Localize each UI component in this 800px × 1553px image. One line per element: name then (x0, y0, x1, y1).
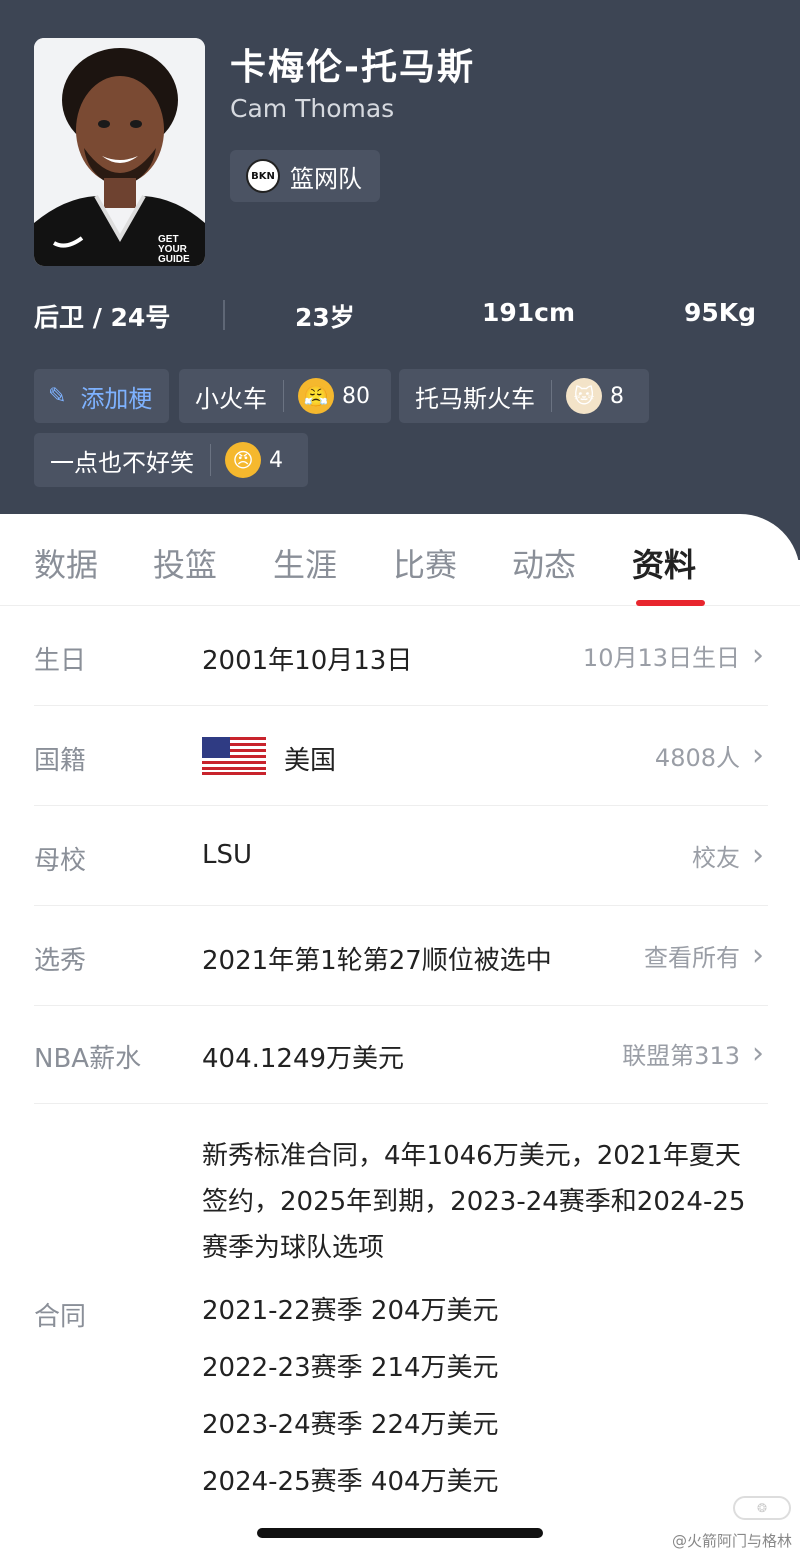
row-link-text: 校友 (692, 844, 740, 872)
row-link-text: 10月13日生日 (582, 644, 740, 672)
tag-separator (283, 380, 284, 412)
row-link-text: 联盟第313 (622, 1042, 740, 1070)
tab-career[interactable]: 生涯 (273, 540, 337, 586)
player-stats: 后卫 / 24号 23岁 191cm 95Kg (0, 298, 800, 334)
stat-weight: 95Kg (684, 298, 757, 327)
tag-item[interactable]: 托马斯火车 🐱 8 (399, 369, 649, 423)
watermark: @火箭阿门与格林 (671, 1532, 792, 1550)
tab-shooting[interactable]: 投篮 (153, 540, 217, 586)
tab-stats[interactable]: 数据 (34, 540, 98, 586)
row-salary[interactable]: NBA薪水 404.1249万美元 联盟第313 › (34, 1006, 768, 1104)
stat-age: 23岁 (295, 303, 355, 332)
add-tag-button[interactable]: ✎ 添加梗 (34, 369, 169, 423)
row-label: 母校 (34, 846, 87, 876)
row-nationality[interactable]: 国籍 美国 4808人 › (34, 706, 768, 806)
row-link[interactable]: 10月13日生日 › (583, 638, 764, 673)
contract-description: 新秀标准合同，4年1046万美元，2021年夏天签约，2025年到期，2023-… (202, 1141, 746, 1263)
player-header: GET YOUR GUIDE 卡梅伦-托马斯 Cam Thomas BKN 篮网… (0, 0, 800, 560)
chevron-right-icon: › (752, 1036, 764, 1071)
row-link-text: 查看所有 (644, 944, 740, 972)
row-label: 选秀 (34, 946, 87, 976)
player-name-en: Cam Thomas (230, 94, 395, 123)
tab-profile[interactable]: 资料 (632, 540, 696, 586)
team-chip[interactable]: BKN 篮网队 (230, 150, 380, 202)
row-label: NBA薪水 (34, 1044, 142, 1074)
team-logo-icon: BKN (246, 159, 280, 193)
row-label: 生日 (34, 646, 87, 676)
contract-year: 2021-22赛季 204万美元 (202, 1296, 499, 1326)
row-value: 2001年10月13日 (202, 646, 413, 676)
contract-year: 2023-24赛季 224万美元 (202, 1410, 499, 1440)
tag-count: 80 (342, 383, 370, 409)
tab-bar: 数据 投篮 生涯 比赛 动态 资料 (0, 514, 800, 606)
row-link[interactable]: 校友 › (692, 838, 764, 873)
stat-divider (223, 300, 225, 330)
row-link[interactable]: 联盟第313 › (622, 1036, 764, 1071)
contract-label: 合同 (34, 1302, 87, 1332)
site-stamp-icon: ❂ (733, 1496, 791, 1520)
stat-height: 191cm (482, 298, 576, 327)
us-flag-icon (202, 737, 266, 775)
emoji-icon: 😤 (298, 378, 334, 414)
tab-games[interactable]: 比赛 (393, 540, 457, 586)
tag-item[interactable]: 一点也不好笑 😠 4 (34, 433, 308, 487)
row-link[interactable]: 4808人 › (655, 738, 764, 773)
pencil-icon: ✎ (48, 383, 67, 409)
tag-label: 一点也不好笑 (50, 448, 194, 477)
contract-year: 2024-25赛季 404万美元 (202, 1467, 499, 1497)
row-link-text: 4808人 (654, 744, 740, 772)
row-draft[interactable]: 选秀 2021年第1轮第27顺位被选中 查看所有 › (34, 906, 768, 1006)
row-value: 美国 (284, 746, 337, 776)
contract-year: 2022-23赛季 214万美元 (202, 1353, 499, 1383)
chevron-right-icon: › (752, 838, 764, 873)
chevron-right-icon: › (752, 938, 764, 973)
add-tag-label: 添加梗 (80, 384, 153, 413)
tab-news[interactable]: 动态 (512, 540, 576, 586)
tag-item[interactable]: 小火车 😤 80 (179, 369, 391, 423)
tag-separator (551, 380, 552, 412)
row-value: 2021年第1轮第27顺位被选中 (202, 946, 552, 976)
tag-count: 4 (269, 447, 283, 473)
jersey-text: GUIDE (158, 254, 190, 265)
emoji-icon: 😠 (225, 442, 261, 478)
row-birthday[interactable]: 生日 2001年10月13日 10月13日生日 › (34, 606, 768, 706)
home-indicator[interactable] (257, 1528, 543, 1538)
row-college[interactable]: 母校 LSU 校友 › (34, 806, 768, 906)
row-value: 404.1249万美元 (202, 1044, 405, 1074)
row-label: 国籍 (34, 746, 87, 776)
tag-label: 小火车 (195, 384, 267, 413)
tag-count: 8 (610, 383, 624, 409)
chevron-right-icon: › (752, 738, 764, 773)
row-value: LSU (202, 840, 253, 870)
stat-position: 后卫 / 24号 (34, 303, 171, 332)
team-name: 篮网队 (290, 164, 362, 193)
tag-label: 托马斯火车 (415, 384, 535, 413)
player-avatar: GET YOUR GUIDE (34, 38, 205, 266)
row-link[interactable]: 查看所有 › (644, 938, 764, 973)
emoji-icon: 🐱 (566, 378, 602, 414)
player-name-cn: 卡梅伦-托马斯 (230, 47, 475, 88)
chevron-right-icon: › (752, 638, 764, 673)
tag-separator (210, 444, 211, 476)
